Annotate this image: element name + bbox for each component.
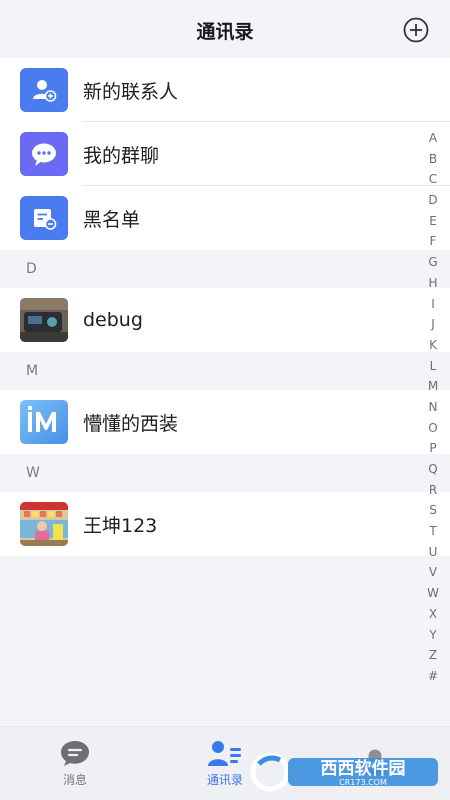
group-chats-label: 我的群聊 <box>83 144 160 167</box>
contact-name: 懵懂的西装 <box>83 412 179 435</box>
index-letter[interactable]: X <box>429 604 437 625</box>
group-chats-item[interactable]: 我的群聊 <box>0 122 450 186</box>
contact-name: 王坤123 <box>83 514 158 537</box>
add-button[interactable] <box>403 17 429 43</box>
contact-name: debug <box>83 309 143 331</box>
group-chat-icon <box>20 132 68 176</box>
tab-messages[interactable]: 消息 <box>15 739 135 788</box>
index-letter[interactable]: M <box>428 376 438 397</box>
new-contacts-item[interactable]: 新的联系人 <box>0 58 450 122</box>
tab-label: 通讯录 <box>206 773 243 787</box>
blacklist-label: 黑名单 <box>83 208 141 231</box>
plus-circle-icon <box>403 17 429 43</box>
index-letter[interactable]: D <box>428 190 437 211</box>
contact-list: 新的联系人 我的群聊 黑名单 D debug M 懵懂的西装 W 王坤123 <box>0 58 450 556</box>
index-letter[interactable]: O <box>428 418 437 439</box>
index-letter[interactable]: J <box>431 314 435 335</box>
index-letter[interactable]: F <box>430 231 437 252</box>
index-letter[interactable]: A <box>429 128 437 149</box>
blacklist-item[interactable]: 黑名单 <box>0 186 450 250</box>
watermark-subtext: CR173.COM <box>339 778 387 787</box>
index-letter[interactable]: Y <box>429 625 436 646</box>
index-letter[interactable]: E <box>429 211 437 232</box>
index-letter[interactable]: L <box>430 356 437 377</box>
message-icon <box>61 741 89 766</box>
avatar <box>20 502 68 546</box>
contact-row-w[interactable]: 王坤123 <box>0 492 450 556</box>
index-letter[interactable]: # <box>428 666 438 687</box>
index-letter[interactable]: S <box>429 500 437 521</box>
index-letter[interactable]: Q <box>428 459 437 480</box>
index-letter[interactable]: G <box>428 252 437 273</box>
index-letter[interactable]: I <box>431 294 435 315</box>
page-title: 通讯录 <box>196 20 254 43</box>
index-letter[interactable]: B <box>429 149 437 170</box>
index-letter[interactable]: N <box>429 397 438 418</box>
index-letter[interactable]: T <box>429 521 436 542</box>
header: 通讯录 <box>0 0 450 60</box>
section-header-m: M <box>0 352 450 390</box>
avatar <box>20 298 68 342</box>
index-letter[interactable]: K <box>429 335 437 356</box>
alphabet-index[interactable]: A B C D E F G H I J K L M N O P Q R S T U V W X Y Z # <box>426 128 440 687</box>
tab-label: 消息 <box>62 773 87 787</box>
index-letter[interactable]: W <box>427 583 439 604</box>
index-letter[interactable]: Z <box>429 645 437 666</box>
section-header-d: D <box>0 250 450 288</box>
watermark-logo: 西西软件园 CR173.COM <box>250 752 438 792</box>
index-letter[interactable]: U <box>429 542 438 563</box>
section-header-w: W <box>0 454 450 492</box>
watermark-text: 西西软件园 <box>321 758 406 779</box>
contacts-icon <box>208 741 241 766</box>
avatar <box>20 400 68 444</box>
index-letter[interactable]: C <box>429 169 437 190</box>
add-contact-icon <box>20 68 68 112</box>
watermark: 西西软件园 CR173.COM <box>250 752 442 792</box>
new-contacts-label: 新的联系人 <box>83 80 179 103</box>
contact-row-debug[interactable]: debug <box>0 288 450 352</box>
blacklist-icon <box>20 196 68 240</box>
index-letter[interactable]: P <box>429 438 436 459</box>
index-letter[interactable]: H <box>428 273 437 294</box>
index-letter[interactable]: R <box>429 480 437 501</box>
index-letter[interactable]: V <box>429 562 437 583</box>
contact-row-m[interactable]: 懵懂的西装 <box>0 390 450 454</box>
